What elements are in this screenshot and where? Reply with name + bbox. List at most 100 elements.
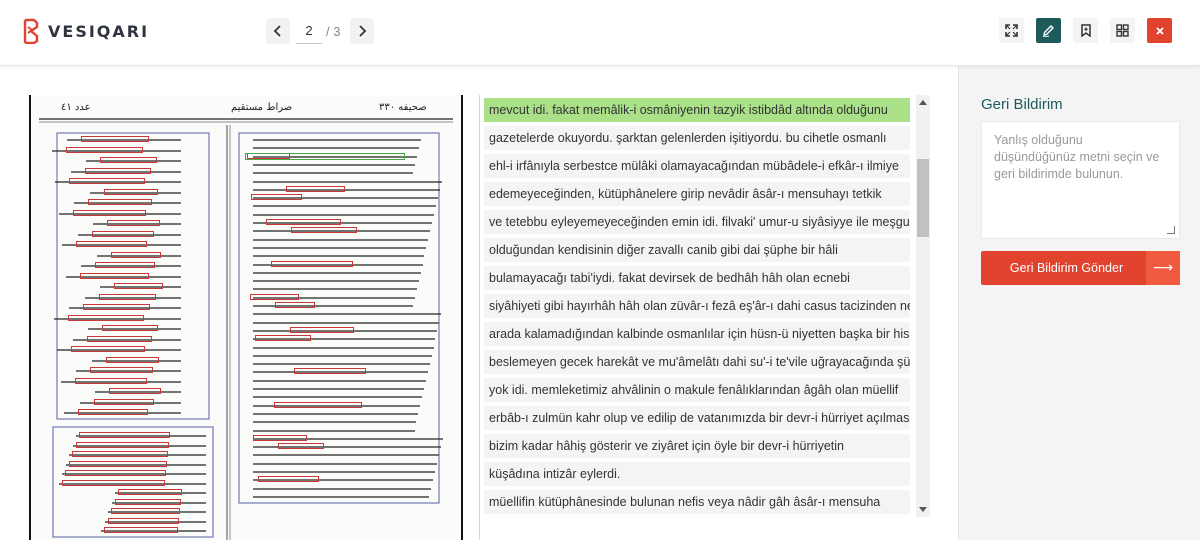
scan-word-box	[110, 251, 162, 258]
transcript-line[interactable]: siyâhiyeti gibi hayırhâh hâh olan züvâr-…	[484, 294, 910, 318]
bookmark-icon	[1080, 24, 1091, 37]
scan-word-box	[65, 146, 144, 153]
scan-text-line	[253, 271, 421, 274]
previous-page-button[interactable]	[266, 18, 290, 44]
scan-text-line	[253, 163, 416, 166]
transcript-line[interactable]: küşâdına intizâr eylerdi.	[484, 462, 910, 486]
scan-header-left: عدد ٤١	[61, 102, 91, 113]
scan-word-box	[114, 283, 163, 289]
scan-text-line	[253, 147, 420, 150]
scan-text-line	[253, 172, 414, 175]
scan-word-box	[86, 335, 152, 342]
scan-header-center: صراط مستقيم	[231, 102, 293, 113]
scan-text-line	[253, 454, 439, 457]
scan-word-box	[114, 498, 181, 505]
document-scan-image[interactable]: صحيفه ٣٣٠ صراط مستقيم عدد ٤١	[29, 95, 463, 540]
scan-text-line	[253, 495, 430, 498]
fullscreen-button[interactable]	[999, 18, 1024, 43]
scan-word-box	[69, 178, 145, 184]
scan-word-box	[72, 209, 146, 216]
feedback-title: Geri Bildirim	[981, 96, 1063, 113]
scan-text-line	[253, 188, 440, 191]
resize-handle-icon[interactable]	[1167, 226, 1175, 234]
transcript-line[interactable]: olduğundan kendisinin diğer zavallı cani…	[484, 238, 910, 262]
scan-word-box	[68, 460, 167, 467]
scan-text-line	[253, 487, 432, 490]
toolbar	[987, 18, 1172, 43]
scan-text-line	[253, 363, 430, 366]
scan-word-box	[289, 326, 355, 333]
scan-text-line	[253, 412, 419, 415]
scan-text-line	[253, 421, 417, 424]
scroll-up-icon[interactable]	[919, 100, 927, 105]
submit-feedback-label: Geri Bildirim Gönder	[1009, 261, 1124, 275]
scroll-down-icon[interactable]	[919, 507, 927, 512]
scan-word-box	[250, 293, 299, 300]
scan-word-box	[257, 476, 320, 483]
chevron-left-icon	[273, 25, 281, 37]
transcript-line[interactable]: bizim kadar hâhiş gösterir ve ziyâret iç…	[484, 434, 910, 458]
feedback-panel: Geri Bildirim Yanlış olduğunu düşündüğün…	[958, 66, 1200, 540]
scan-word-box	[104, 527, 178, 533]
scan-highlight-box	[245, 153, 405, 160]
scan-word-box	[84, 167, 151, 174]
scan-word-box	[95, 262, 155, 268]
scan-word-box	[102, 325, 158, 331]
fullscreen-icon	[1005, 24, 1018, 37]
scan-text-line	[253, 471, 435, 473]
scrollbar-thumb[interactable]	[917, 159, 929, 237]
next-page-button[interactable]	[350, 18, 375, 44]
scan-word-box	[79, 272, 149, 279]
transcript-panel[interactable]: mevcut idi. fakat memâlik-i osmâniyenin …	[484, 95, 910, 517]
transcript-line[interactable]: ehl-i irfânıyla serbestce mülâki olamaya…	[484, 154, 910, 178]
app-header: VESIQARI / 3	[0, 0, 1200, 66]
close-icon	[1155, 26, 1164, 35]
logo[interactable]: VESIQARI	[22, 18, 149, 44]
transcript-line[interactable]: müellifin kütüphânesinde bulunan nefis v…	[484, 490, 910, 514]
scan-word-box	[67, 314, 144, 321]
bookmark-button[interactable]	[1073, 18, 1098, 43]
transcript-line[interactable]: erbâb-ı zulmün kahr olup ve edilip de va…	[484, 406, 910, 430]
scan-text-line	[253, 180, 442, 183]
scan-text-line	[253, 429, 415, 432]
transcript-line[interactable]: arada kalamadığından kalbinde osmanlılar…	[484, 322, 910, 346]
scan-word-box	[65, 470, 166, 476]
grid-view-button[interactable]	[1110, 18, 1135, 43]
feedback-textarea[interactable]: Yanlış olduğunu düşündüğünüz metni seçin…	[981, 121, 1180, 239]
scan-word-box	[273, 401, 362, 408]
submit-feedback-button[interactable]: Geri Bildirim Gönder ⟶	[981, 251, 1180, 285]
transcript-line[interactable]: gazetelerde okuyordu. şarktan gelenlerde…	[484, 126, 910, 150]
close-button[interactable]	[1147, 18, 1172, 43]
transcript-line[interactable]: bulamayacağı tabi'iydi. fakat devirsek d…	[484, 266, 910, 290]
scan-word-box	[76, 241, 148, 247]
scan-word-box	[251, 194, 302, 201]
scan-text-line	[253, 321, 440, 324]
transcript-line-highlighted[interactable]: mevcut idi. fakat memâlik-i osmâniyenin …	[484, 98, 910, 122]
page-number-input[interactable]	[296, 18, 322, 44]
scan-word-box	[72, 451, 168, 457]
scan-word-box	[118, 489, 182, 495]
scan-word-box	[290, 227, 358, 234]
transcript-scrollbar[interactable]	[916, 95, 930, 517]
scan-word-box	[109, 388, 161, 394]
scan-text-line	[253, 213, 434, 216]
scan-word-box	[278, 443, 324, 450]
feedback-placeholder: Yanlış olduğunu düşündüğünüz metni seçin…	[994, 133, 1160, 181]
scan-word-box	[107, 220, 160, 226]
brand-name: VESIQARI	[48, 21, 150, 41]
transcript-line[interactable]: ve tetebbu eyleyemeyeceğinden emin idi. …	[484, 210, 910, 234]
scan-text-line	[253, 379, 426, 382]
edit-button[interactable]	[1036, 18, 1061, 43]
scan-word-box	[270, 260, 353, 267]
scan-word-box	[74, 377, 147, 384]
logo-icon	[23, 18, 39, 44]
transcript-line[interactable]: yok idi. memleketimiz ahvâlinin o makule…	[484, 378, 910, 402]
transcript-line[interactable]: edemeyeceğinden, kütüphânelere girip nev…	[484, 182, 910, 206]
transcript-line[interactable]: beslemeyen gecek harekât ve mu'âmelâtı d…	[484, 350, 910, 374]
arrow-right-icon: ⟶	[1146, 251, 1180, 285]
scan-text-line	[253, 388, 424, 390]
scan-text-line	[253, 238, 429, 241]
scan-word-box	[294, 368, 367, 375]
page-navigator: / 3	[266, 18, 375, 44]
scan-word-box	[98, 293, 157, 300]
